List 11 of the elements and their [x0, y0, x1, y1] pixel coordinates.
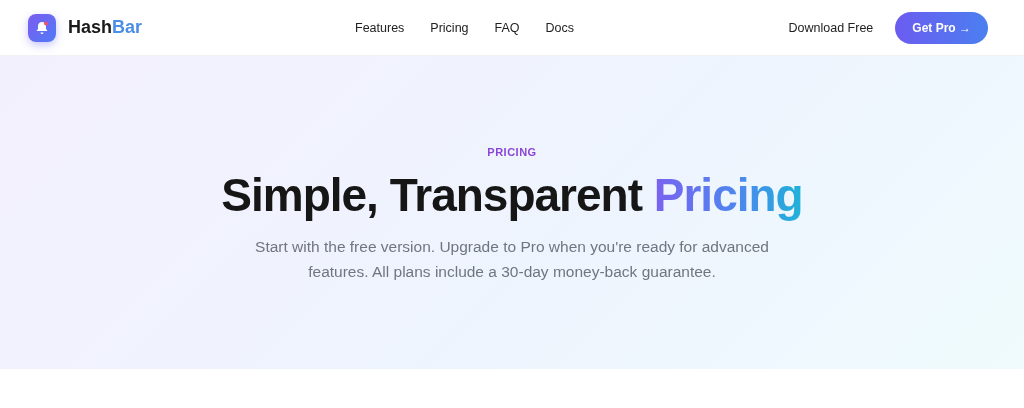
get-pro-button[interactable]: Get Pro →: [895, 11, 988, 44]
hero-subtitle: Start with the free version. Upgrade to Pro when you're ready for advanced features. All plans include a 30-day money-back guarantee.: [254, 237, 770, 282]
nav-link[interactable]: Docs: [545, 20, 575, 35]
nav-link[interactable]: FAQ: [494, 20, 520, 35]
section-eyebrow: PRICING: [487, 146, 537, 158]
brand-name[interactable]: HashBar: [68, 17, 143, 38]
hero-title: Simple, Transparent Pricing: [221, 168, 803, 222]
nav-link[interactable]: Features: [355, 20, 405, 35]
logo-icon: [28, 13, 56, 42]
nav-link[interactable]: Pricing: [430, 20, 469, 35]
download-link[interactable]: Download Free: [788, 20, 874, 35]
